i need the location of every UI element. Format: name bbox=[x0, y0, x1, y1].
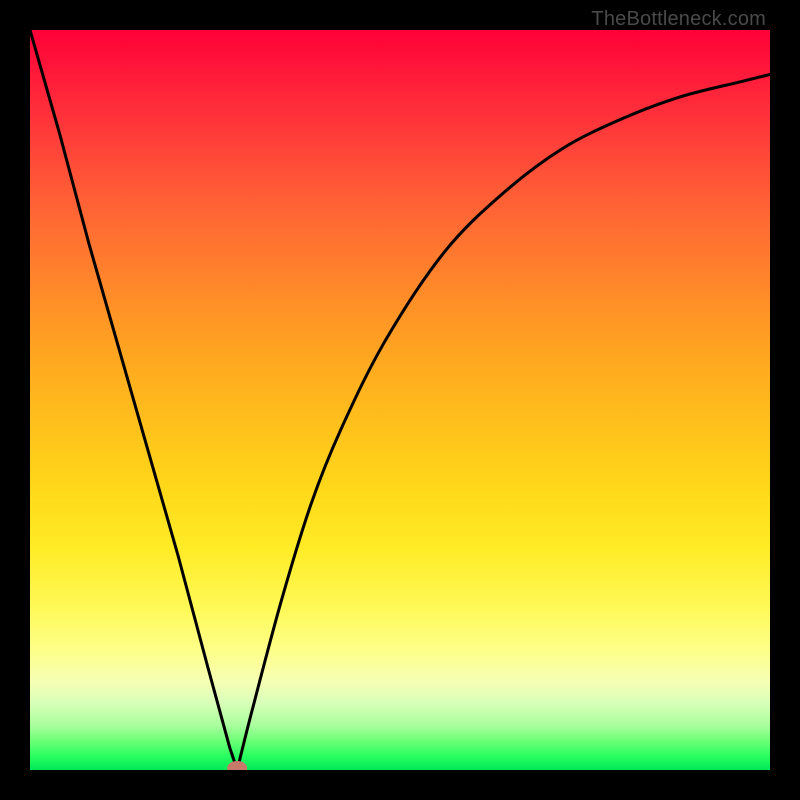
attribution-label: TheBottleneck.com bbox=[591, 8, 766, 31]
chart-svg bbox=[30, 30, 770, 770]
plot-area bbox=[30, 30, 770, 770]
minimum-marker bbox=[227, 761, 247, 770]
chart-frame: TheBottleneck.com bbox=[0, 0, 800, 800]
bottleneck-curve bbox=[30, 30, 770, 770]
